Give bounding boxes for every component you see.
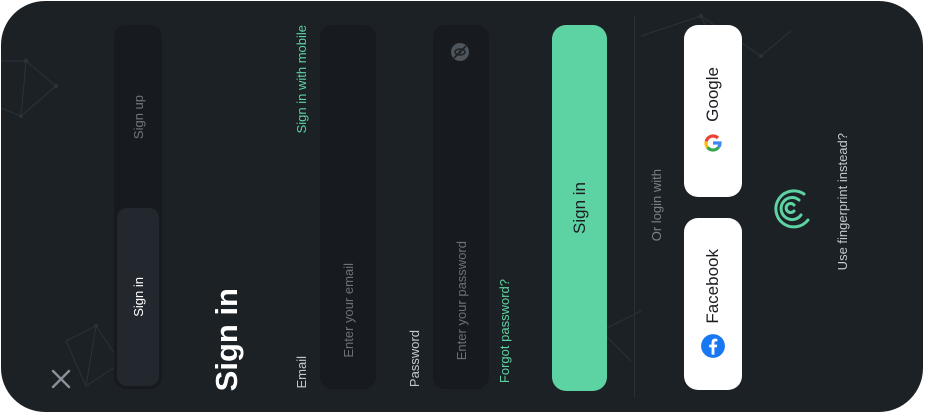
or-login-with-text: Or login with	[649, 169, 664, 242]
google-icon	[704, 134, 722, 153]
app-screen: Sign up Sign in Sign in Email Sign in wi…	[1, 1, 923, 412]
email-label: Email	[294, 356, 309, 389]
email-placeholder: Enter your email	[341, 263, 356, 358]
sign-in-button-label: Sign in	[569, 182, 589, 234]
facebook-label: Facebook	[703, 248, 722, 324]
auth-mode-toggle: Sign up Sign in	[114, 25, 162, 389]
tab-sign-up-label: Sign up	[130, 94, 146, 140]
facebook-login-button[interactable]: Facebook	[684, 218, 742, 390]
fingerprint-icon[interactable]	[770, 186, 814, 230]
tab-sign-in-label: Sign in	[130, 277, 146, 317]
google-label: Google	[703, 66, 722, 122]
page-title-wrap: Sign in	[208, 285, 246, 395]
close-icon[interactable]	[49, 367, 73, 391]
google-login-button[interactable]: Google	[684, 25, 742, 197]
tab-sign-up[interactable]: Sign up	[117, 28, 159, 206]
email-field[interactable]: Enter your email	[320, 25, 376, 389]
use-fingerprint-link[interactable]: Use fingerprint instead?	[835, 133, 850, 270]
forgot-password-link[interactable]: Forgot password?	[497, 279, 512, 383]
password-field[interactable]: Enter your password	[433, 25, 489, 389]
eye-off-icon[interactable]	[450, 42, 470, 62]
password-placeholder: Enter your password	[454, 241, 469, 361]
page-title: Sign in	[209, 288, 244, 392]
sign-in-button[interactable]: Sign in	[552, 25, 607, 391]
facebook-icon	[701, 334, 725, 359]
password-label: Password	[407, 330, 422, 388]
sign-in-with-mobile-link[interactable]: Sign in with mobile	[294, 25, 309, 133]
tab-sign-in[interactable]: Sign in	[117, 208, 159, 386]
divider	[634, 15, 635, 398]
